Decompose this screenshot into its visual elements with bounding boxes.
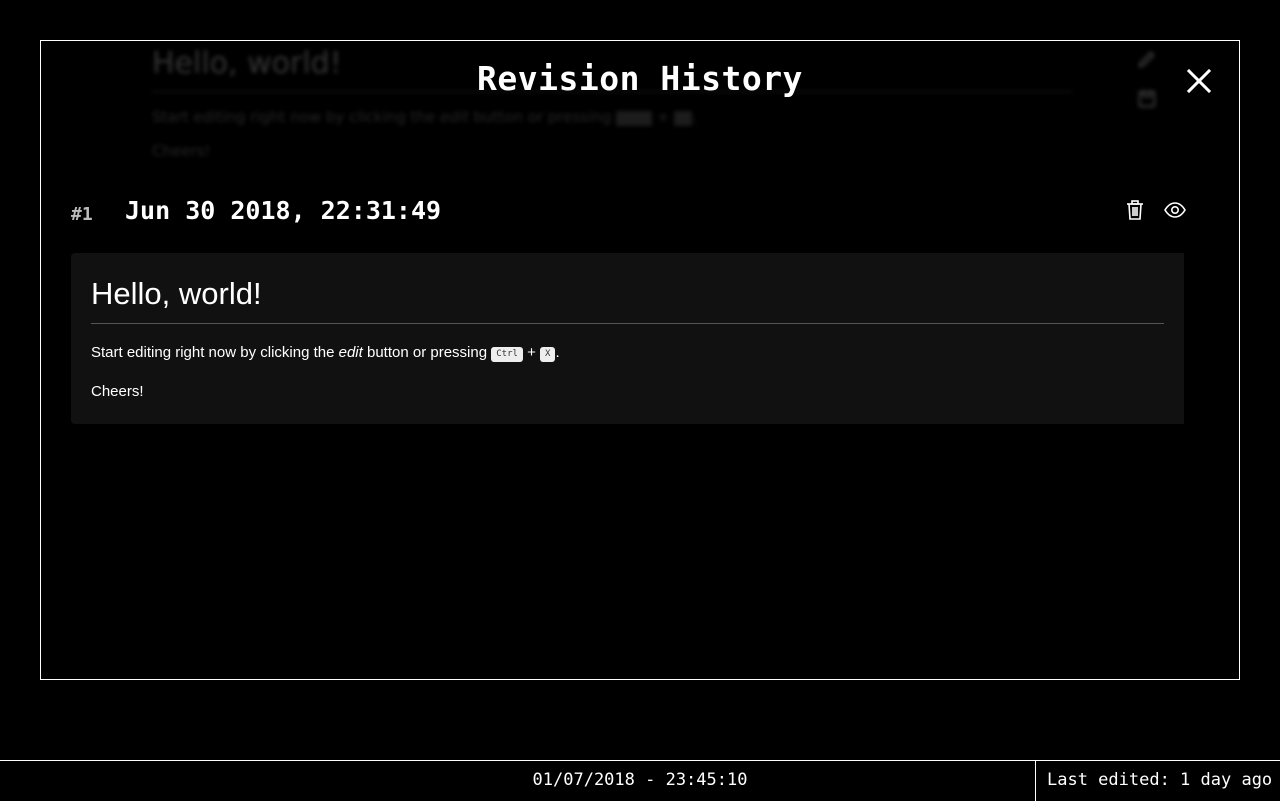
close-button[interactable] [1185, 67, 1213, 95]
revision-preview: Hello, world! Start editing right now by… [71, 253, 1184, 424]
status-bar: 01/07/2018 - 23:45:10 Last edited: 1 day… [0, 760, 1280, 801]
revision-date: Jun 30 2018, 22:31:49 [125, 196, 442, 225]
close-icon [1186, 68, 1212, 94]
preview-title: Hello, world! [91, 253, 1164, 324]
revision-number: #1 [71, 204, 93, 225]
preview-plus: + [522, 344, 541, 361]
modal-title: Revision History [477, 59, 803, 98]
key-x: X [540, 347, 556, 362]
preview-paragraph: Start editing right now by clicking the … [91, 344, 1164, 362]
revision-history-modal: Revision History #1 Jun 30 2018, 22:31:4… [40, 40, 1240, 680]
eye-icon [1164, 202, 1186, 218]
view-revision-button[interactable] [1163, 198, 1187, 222]
key-ctrl: Ctrl [491, 347, 523, 362]
preview-closing: Cheers! [91, 383, 144, 400]
preview-paragraph-prefix: Start editing right now by clicking the [91, 344, 339, 361]
preview-paragraph-end: . [555, 344, 560, 361]
revision-item-header: #1 Jun 30 2018, 22:31:49 [71, 196, 1187, 232]
preview-paragraph-em: edit [338, 344, 363, 361]
trash-icon [1127, 200, 1143, 220]
delete-revision-button[interactable] [1123, 198, 1147, 222]
preview-paragraph-mid: button or pressing [362, 344, 492, 361]
status-last-edited: Last edited: 1 day ago [1035, 761, 1280, 801]
